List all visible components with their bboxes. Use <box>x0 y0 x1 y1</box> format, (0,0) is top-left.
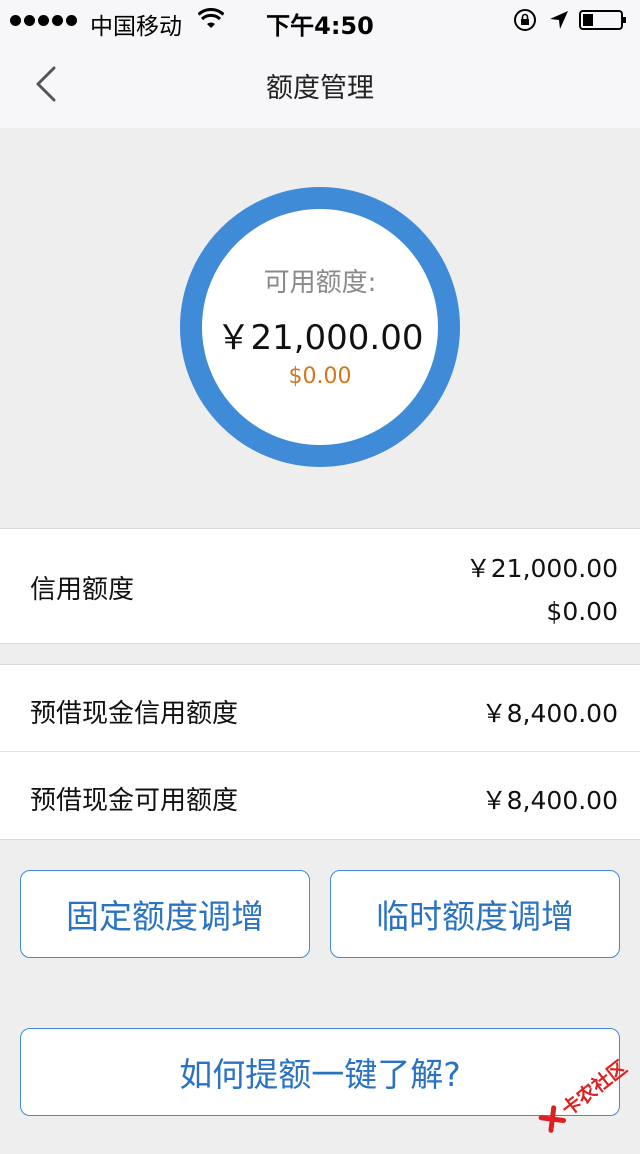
credit-limit-label: 信用额度 <box>30 575 135 605</box>
credit-limit-row: 信用额度 ￥21,000.00 $0.00 <box>0 528 640 644</box>
rotation-lock-icon <box>514 9 536 31</box>
status-time: 下午4:50 <box>266 12 374 40</box>
cash-advance-credit-value: ￥8,400.00 <box>481 699 618 728</box>
credit-limit-usd: $0.00 <box>546 597 618 626</box>
credit-limit-cny: ￥21,000.00 <box>465 554 618 583</box>
temporary-limit-increase-button[interactable]: 临时额度调增 <box>330 870 620 958</box>
cash-advance-panel: 预借现金信用额度 ￥8,400.00 预借现金可用额度 ￥8,400.00 <box>0 664 640 840</box>
status-bar: 中国移动 下午4:50 <box>0 0 640 40</box>
cash-advance-credit-label: 预借现金信用额度 <box>30 699 239 729</box>
row-divider <box>0 751 640 752</box>
available-credit-usd: $0.00 <box>288 364 352 389</box>
available-credit-label: 可用额度: <box>263 268 377 298</box>
fixed-limit-increase-button[interactable]: 固定额度调增 <box>20 870 310 958</box>
available-credit-amount: ￥21,000.00 <box>216 318 424 358</box>
battery-icon <box>579 10 626 30</box>
location-arrow-icon <box>550 11 568 29</box>
cash-advance-available-label: 预借现金可用额度 <box>30 786 239 816</box>
watermark-text: 卡农社区 <box>557 1056 631 1121</box>
page-title: 额度管理 <box>266 73 374 104</box>
navigation-bar: 额度管理 <box>0 40 640 128</box>
available-credit-ring-area: 可用额度: ￥21,000.00 $0.00 <box>0 128 640 528</box>
cash-advance-available-value: ￥8,400.00 <box>481 786 618 815</box>
